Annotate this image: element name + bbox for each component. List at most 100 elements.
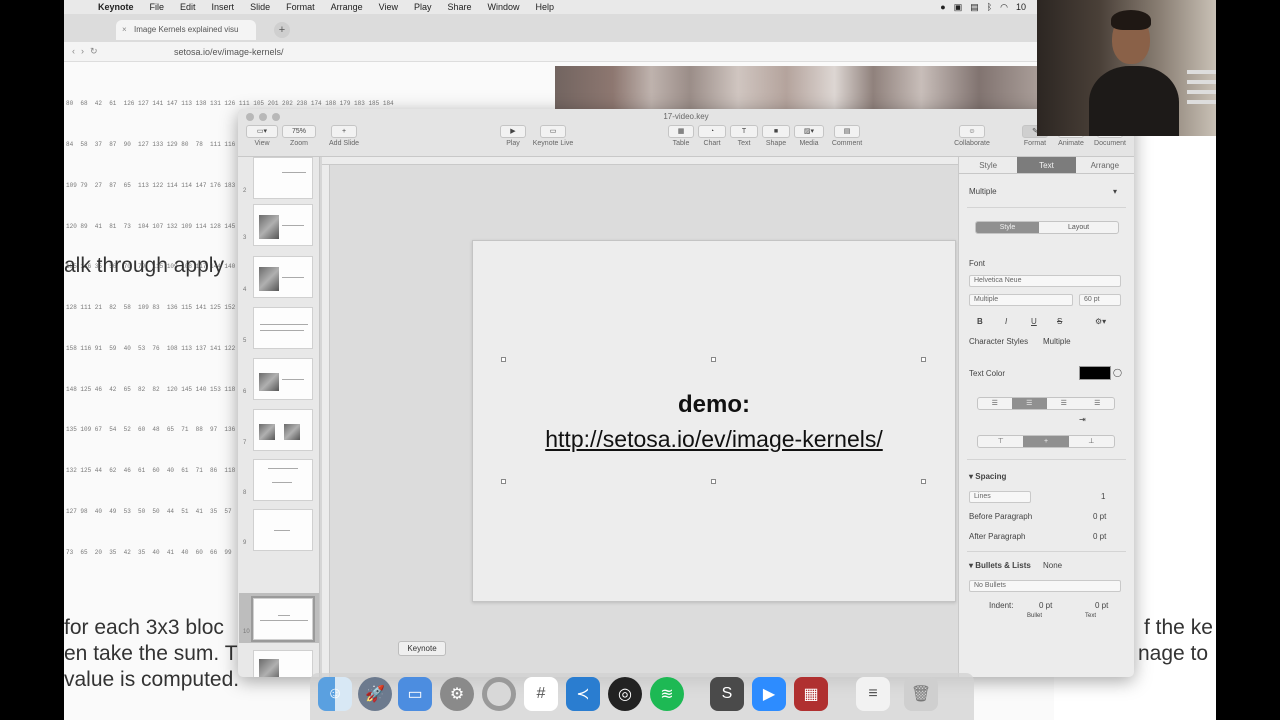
character-styles-value[interactable]: Multiple xyxy=(1043,337,1071,346)
align-left-icon[interactable]: ☰ xyxy=(978,398,1012,409)
paragraph-style-value[interactable]: Multiple xyxy=(969,187,997,196)
font-family-select[interactable]: Helvetica Neue xyxy=(969,275,1121,287)
slide-thumbnail[interactable]: 4 xyxy=(243,256,313,298)
slide-canvas[interactable]: demo: http://setosa.io/ev/image-kernels/ xyxy=(322,157,1022,677)
keynote-icon[interactable]: ▭ xyxy=(398,677,432,711)
table-button[interactable]: ▦ Table xyxy=(668,125,694,147)
text-color-well[interactable] xyxy=(1079,366,1111,380)
sublime-icon[interactable]: S xyxy=(710,677,744,711)
tab-close-icon[interactable]: × xyxy=(122,25,127,34)
underline-button[interactable]: U xyxy=(1031,317,1037,326)
chart-button[interactable]: ◔ Chart xyxy=(698,125,726,147)
collaborate-button[interactable]: ☺ Collaborate xyxy=(950,125,994,147)
shape-button[interactable]: ■ Shape xyxy=(762,125,790,147)
slide-thumbnail[interactable]: 3 xyxy=(243,204,313,246)
menu-share[interactable]: Share xyxy=(440,2,480,12)
play-button[interactable]: ▶ Play xyxy=(498,125,528,147)
add-slide-button[interactable]: + Add Slide xyxy=(322,125,366,147)
new-tab-button[interactable]: + xyxy=(274,22,290,38)
menu-window[interactable]: Window xyxy=(480,2,528,12)
gear-icon[interactable]: ⚙▾ xyxy=(1095,317,1106,326)
trash-icon[interactable]: 🗑 xyxy=(904,677,938,711)
align-top-icon[interactable]: ⊤ xyxy=(978,436,1023,447)
finder-icon[interactable]: ☺ xyxy=(318,677,352,711)
slide-title-text[interactable]: demo: xyxy=(473,391,955,419)
document-icon[interactable]: ≡ xyxy=(856,677,890,711)
text-button[interactable]: T Text xyxy=(730,125,758,147)
slide-thumbnail[interactable]: 5 xyxy=(243,307,313,349)
spotify-icon[interactable]: ≋ xyxy=(650,677,684,711)
slide-thumbnail[interactable]: 6 xyxy=(243,358,313,400)
italic-button[interactable]: I xyxy=(1005,317,1007,326)
bold-button[interactable]: B xyxy=(977,317,983,326)
subtab-layout[interactable]: Layout xyxy=(1039,222,1118,233)
strikethrough-button[interactable]: S xyxy=(1057,317,1062,326)
selection-handle[interactable] xyxy=(711,357,716,362)
align-justify-icon[interactable]: ☰ xyxy=(1080,398,1114,409)
selection-handle[interactable] xyxy=(711,479,716,484)
browser-url-bar[interactable]: ‹›↻ setosa.io/ev/image-kernels/ xyxy=(64,42,1054,62)
vscode-icon[interactable]: ≺ xyxy=(566,677,600,711)
menu-file[interactable]: File xyxy=(142,2,173,12)
spacing-section-label[interactable]: ▾ Spacing xyxy=(969,472,1006,481)
menu-insert[interactable]: Insert xyxy=(204,2,243,12)
photo-booth-icon[interactable]: ▦ xyxy=(794,677,828,711)
url-text[interactable]: setosa.io/ev/image-kernels/ xyxy=(174,47,284,57)
zoom-button[interactable]: 75% Zoom xyxy=(282,125,316,147)
menu-slide[interactable]: Slide xyxy=(242,2,278,12)
system-preferences-icon[interactable]: ⚙ xyxy=(440,677,474,711)
slide-link-text[interactable]: http://setosa.io/ev/image-kernels/ xyxy=(473,426,955,453)
font-size-field[interactable]: 60 pt xyxy=(1079,294,1121,306)
align-right-icon[interactable]: ☰ xyxy=(1047,398,1081,409)
selection-handle[interactable] xyxy=(921,357,926,362)
chevron-down-icon[interactable]: ▾ xyxy=(1113,187,1117,196)
after-paragraph-value[interactable]: 0 pt xyxy=(1093,532,1106,541)
indent-icon[interactable]: ⇥ xyxy=(1079,415,1086,424)
align-bottom-icon[interactable]: ⊥ xyxy=(1069,436,1114,447)
launchpad-icon[interactable]: 🚀 xyxy=(358,677,392,711)
menu-clock[interactable]: 10 xyxy=(1016,2,1026,12)
comment-button[interactable]: ▤ Comment xyxy=(828,125,866,147)
line-spacing-value[interactable]: 1 xyxy=(1101,492,1105,501)
menu-format[interactable]: Format xyxy=(278,2,323,12)
menu-arrange[interactable]: Arrange xyxy=(323,2,371,12)
tab-text[interactable]: Text xyxy=(1017,157,1076,173)
bullets-value[interactable]: None xyxy=(1043,561,1062,570)
font-style-select[interactable]: Multiple xyxy=(969,294,1073,306)
keyboard-status-icon[interactable]: ▤ xyxy=(970,2,979,13)
slide-thumbnail[interactable]: 7 xyxy=(243,409,313,451)
slide-thumbnail-selected[interactable]: 10 xyxy=(243,596,315,642)
selection-handle[interactable] xyxy=(501,479,506,484)
align-middle-icon[interactable]: + xyxy=(1023,436,1069,447)
indent-text-value[interactable]: 0 pt xyxy=(1095,601,1108,610)
align-center-icon[interactable]: ☰ xyxy=(1011,398,1047,409)
browser-nav-icons[interactable]: ‹›↻ xyxy=(72,46,104,57)
menu-play[interactable]: Play xyxy=(406,2,440,12)
chrome-icon[interactable] xyxy=(482,677,516,711)
bluetooth-icon[interactable]: ᛒ xyxy=(987,2,992,12)
obs-status-icon[interactable]: ● xyxy=(940,2,945,12)
color-picker-icon[interactable]: ◯ xyxy=(1113,368,1122,377)
tab-style[interactable]: Style xyxy=(959,157,1017,173)
menu-help[interactable]: Help xyxy=(528,2,563,12)
bullet-type-select[interactable]: No Bullets xyxy=(969,580,1121,592)
slide-thumbnail[interactable]: 11 xyxy=(253,650,313,677)
slide-thumbnail[interactable]: 8 xyxy=(243,459,313,501)
slide-thumbnail[interactable]: 2 xyxy=(243,157,313,199)
selection-handle[interactable] xyxy=(501,357,506,362)
menu-app-name[interactable]: Keynote xyxy=(90,2,142,12)
before-paragraph-value[interactable]: 0 pt xyxy=(1093,512,1106,521)
tab-arrange[interactable]: Arrange xyxy=(1076,157,1134,173)
view-button[interactable]: ▭▾ View xyxy=(246,125,278,147)
media-button[interactable]: ▨▾ Media xyxy=(794,125,824,147)
display-status-icon[interactable]: ▣ xyxy=(954,2,963,13)
keynote-live-button[interactable]: ▭ Keynote Live xyxy=(530,125,576,147)
browser-tab[interactable]: × Image Kernels explained visu xyxy=(116,20,256,40)
subtab-style[interactable]: Style xyxy=(976,222,1040,233)
current-slide[interactable]: demo: http://setosa.io/ev/image-kernels/ xyxy=(472,240,956,602)
menu-edit[interactable]: Edit xyxy=(172,2,204,12)
line-spacing-select[interactable]: Lines xyxy=(969,491,1031,503)
obs-icon[interactable]: ◎ xyxy=(608,677,642,711)
indent-bullet-value[interactable]: 0 pt xyxy=(1039,601,1052,610)
bullets-section-label[interactable]: ▾ Bullets & Lists xyxy=(969,561,1031,570)
